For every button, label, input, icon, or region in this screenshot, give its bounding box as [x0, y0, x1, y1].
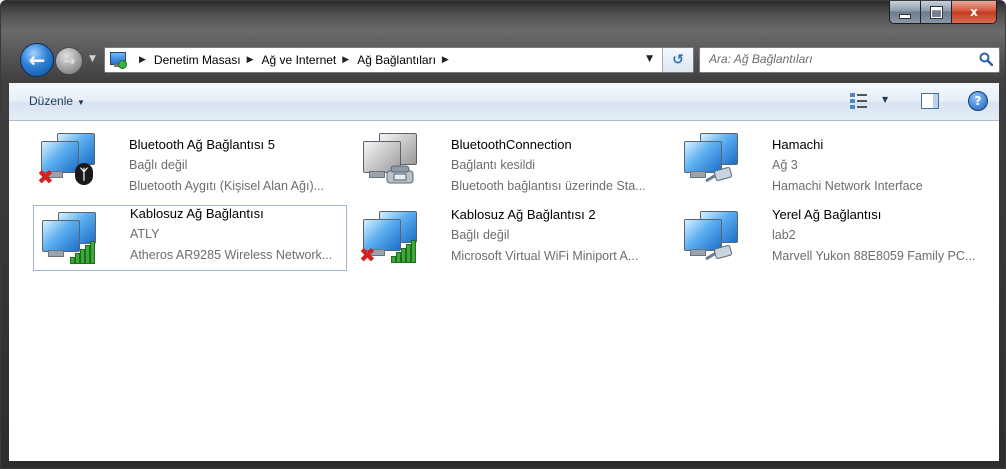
- maximize-icon: [930, 6, 942, 18]
- refresh-icon: ↺: [672, 52, 684, 68]
- forward-arrow-icon: →: [62, 52, 76, 70]
- preview-pane-icon[interactable]: [921, 93, 939, 109]
- connection-device: Marvell Yukon 88E8059 Family PC...: [772, 249, 976, 263]
- connection-device: Microsoft Virtual WiFi Miniport A...: [451, 249, 639, 263]
- connection-item[interactable]: ✖ Kablosuz Ağ Bağlantısı 2 Bağlı değil M…: [355, 207, 669, 271]
- wired-network-icon: [680, 129, 738, 185]
- connection-item[interactable]: ✖ ᛉ Bluetooth Ağ Bağlantısı 5 Bağlı deği…: [33, 123, 347, 193]
- title-bar[interactable]: x: [1, 1, 1005, 39]
- organize-label: Düzenle: [29, 94, 74, 108]
- connection-status: lab2: [772, 228, 796, 242]
- breadcrumb-network-internet[interactable]: Ağ ve Internet: [262, 53, 337, 67]
- connection-name: Kablosuz Ağ Bağlantısı 2: [451, 207, 596, 222]
- search-box[interactable]: [699, 47, 1000, 73]
- control-panel-icon: [109, 51, 127, 69]
- connection-device: Bluetooth bağlantısı üzerinde Sta...: [451, 179, 646, 193]
- signal-strength-icon: [70, 241, 96, 264]
- view-options-dropdown[interactable]: ▼: [882, 95, 888, 104]
- connection-device: Hamachi Network Interface: [772, 179, 923, 193]
- minimize-icon: [899, 13, 911, 19]
- maximize-button[interactable]: [920, 1, 951, 23]
- breadcrumb-separator-icon[interactable]: ▶: [247, 55, 254, 65]
- forward-button[interactable]: →: [55, 47, 83, 75]
- connection-status: Bağlı değil: [129, 158, 188, 172]
- bluetooth-icon: ᛉ: [75, 163, 93, 185]
- wireless-network-icon: [38, 208, 96, 264]
- connection-name: Hamachi: [772, 137, 824, 152]
- search-icon[interactable]: [979, 52, 993, 66]
- back-arrow-icon: ←: [28, 48, 46, 72]
- connections-list: ✖ ᛉ Bluetooth Ağ Bağlantısı 5 Bağlı deği…: [9, 121, 999, 461]
- navigation-row: ← → ▼ ▶ Denetim Masası ▶ Ağ ve Internet …: [1, 39, 1005, 83]
- signal-strength-icon: [391, 240, 417, 263]
- address-history-dropdown[interactable]: ▼: [646, 54, 653, 64]
- recent-pages-dropdown[interactable]: ▼: [89, 54, 96, 64]
- back-button[interactable]: ←: [20, 43, 54, 77]
- network-cable-icon: [705, 167, 733, 183]
- organize-menu-button[interactable]: Düzenle ▼: [29, 94, 85, 108]
- disconnected-x-icon: ✖: [359, 243, 376, 267]
- close-button[interactable]: x: [951, 1, 996, 23]
- search-input[interactable]: [700, 48, 969, 70]
- telephone-icon: [386, 165, 414, 184]
- network-cable-icon: [705, 245, 733, 261]
- minimize-button[interactable]: [890, 1, 920, 23]
- refresh-button[interactable]: ↺: [662, 48, 693, 72]
- help-icon[interactable]: ?: [968, 91, 988, 111]
- connection-item[interactable]: Hamachi Ağ 3 Hamachi Network Interface: [676, 123, 990, 193]
- command-bar: Düzenle ▼ ▼ ?: [9, 83, 999, 121]
- breadcrumb-network-connections[interactable]: Ağ Bağlantıları: [357, 53, 436, 67]
- connection-name: Kablosuz Ağ Bağlantısı: [130, 206, 264, 221]
- chevron-down-icon: ▼: [89, 54, 96, 64]
- connection-device: Atheros AR9285 Wireless Network...: [130, 248, 333, 262]
- breadcrumb-control-panel[interactable]: Denetim Masası: [154, 53, 241, 67]
- caption-buttons: x: [889, 1, 997, 24]
- connection-device: Bluetooth Aygıtı (Kişisel Alan Ağı)...: [129, 179, 325, 193]
- change-view-icon[interactable]: [849, 92, 869, 110]
- explorer-window: x ← → ▼ ▶ Denetim Masası ▶ Ağ ve Interne…: [0, 0, 1006, 469]
- address-bar[interactable]: ▶ Denetim Masası ▶ Ağ ve Internet ▶ Ağ B…: [104, 47, 694, 73]
- breadcrumb-separator-icon[interactable]: ▶: [442, 55, 449, 65]
- chevron-down-icon: ▼: [77, 98, 85, 107]
- connection-status: Bağlı değil: [451, 228, 510, 242]
- wireless-network-disconnected-icon: ✖: [359, 207, 417, 267]
- dialup-modem-icon: [359, 129, 417, 185]
- bluetooth-network-disconnected-icon: ✖ ᛉ: [37, 129, 95, 189]
- disconnected-x-icon: ✖: [37, 165, 54, 189]
- close-icon: x: [970, 5, 978, 19]
- connection-name: Bluetooth Ağ Bağlantısı 5: [129, 137, 275, 152]
- connection-status: Ağ 3: [772, 158, 798, 172]
- connection-name: BluetoothConnection: [451, 137, 572, 152]
- wired-network-icon: [680, 207, 738, 263]
- connection-status: ATLY: [130, 227, 160, 241]
- breadcrumb-separator-icon[interactable]: ▶: [139, 55, 146, 65]
- connection-item[interactable]: Yerel Ağ Bağlantısı lab2 Marvell Yukon 8…: [676, 207, 990, 271]
- connection-item[interactable]: BluetoothConnection Bağlantı kesildi Blu…: [355, 123, 669, 193]
- breadcrumb-separator-icon[interactable]: ▶: [342, 55, 349, 65]
- connection-status: Bağlantı kesildi: [451, 158, 536, 172]
- connection-name: Yerel Ağ Bağlantısı: [772, 207, 882, 222]
- connection-item-selected[interactable]: Kablosuz Ağ Bağlantısı ATLY Atheros AR92…: [33, 205, 347, 271]
